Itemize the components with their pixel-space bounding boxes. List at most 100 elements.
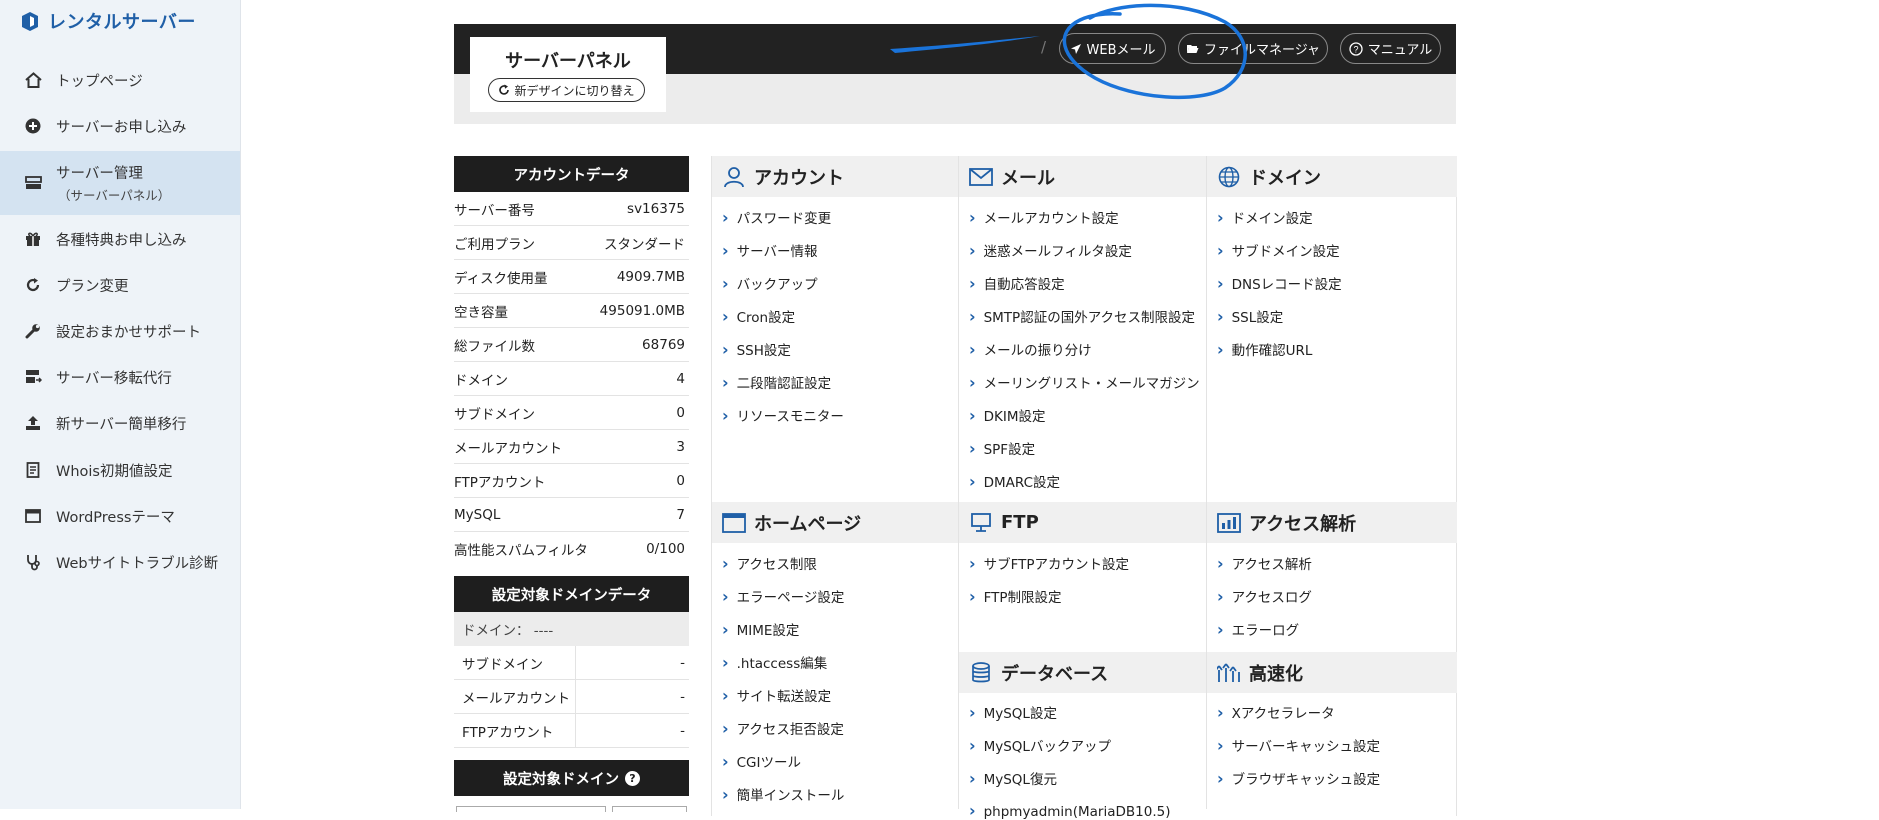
account-row: サーバー番号 sv16375: [454, 192, 689, 226]
sidebar-item-benefits[interactable]: 各種特典お申し込み: [0, 225, 240, 253]
link-x-accelerator[interactable]: Xアクセラレータ: [1217, 702, 1335, 722]
sidebar-item-server-apply[interactable]: サーバーお申し込み: [0, 112, 240, 140]
sidebar-item-label: サーバー移転代行: [56, 370, 172, 387]
domain-select[interactable]: [456, 806, 606, 812]
svg-text:?: ?: [1353, 44, 1358, 54]
link-easy-install[interactable]: 簡単インストール: [722, 784, 845, 804]
link-site-redirect[interactable]: サイト転送設定: [722, 685, 832, 705]
link-spam-filter[interactable]: 迷惑メールフィルタ設定: [969, 240, 1132, 260]
link-cgi-tools[interactable]: CGIツール: [722, 751, 801, 771]
link-password[interactable]: パスワード変更: [722, 207, 832, 227]
link-mail-sorting[interactable]: メールの振り分け: [969, 339, 1092, 359]
manual-button[interactable]: ? マニュアル: [1340, 33, 1441, 64]
domain-row: サブドメイン -: [454, 646, 689, 680]
link-subdomain[interactable]: サブドメイン設定: [1217, 240, 1340, 260]
divider: [958, 156, 959, 809]
folder-open-icon: [1186, 45, 1199, 53]
section-domain-heading: ドメイン: [1207, 156, 1457, 197]
section-database-heading: データベース: [959, 652, 1206, 693]
account-row: メールアカウント 3: [454, 430, 689, 464]
account-row: 空き容量 495091.0MB: [454, 294, 689, 328]
link-access-deny[interactable]: アクセス拒否設定: [722, 718, 844, 738]
link-mime[interactable]: MIME設定: [722, 619, 800, 639]
link-backup[interactable]: バックアップ: [722, 273, 818, 293]
bar-chart-icon: [1217, 511, 1241, 535]
brand[interactable]: レンタルサーバー: [22, 8, 196, 34]
account-row: FTPアカウント 0: [454, 464, 689, 498]
link-browser-cache[interactable]: ブラウザキャッシュ設定: [1217, 768, 1381, 788]
link-error-log[interactable]: エラーログ: [1217, 619, 1300, 639]
browser-window-icon: [722, 511, 746, 535]
sidebar-item-migration[interactable]: 新サーバー簡単移行: [0, 409, 240, 437]
domain-row: FTPアカウント -: [454, 714, 689, 748]
link-mysql-backup[interactable]: MySQLバックアップ: [969, 735, 1111, 755]
webmail-button[interactable]: WEBメール: [1059, 33, 1166, 64]
refresh-icon: [24, 276, 42, 294]
section-mail-heading: メール: [959, 156, 1206, 197]
sidebar-item-whois[interactable]: Whois初期値設定: [0, 456, 240, 484]
link-mysql-restore[interactable]: MySQL復元: [969, 768, 1057, 788]
sidebar-item-label: 新サーバー簡単移行: [56, 416, 187, 433]
link-dkim[interactable]: DKIM設定: [969, 405, 1046, 425]
link-ftp-restriction[interactable]: FTP制限設定: [969, 586, 1062, 606]
account-row: ディスク使用量 4909.7MB: [454, 260, 689, 294]
window-icon: [24, 507, 42, 525]
account-row: 高性能スパムフィルタ 0/100: [454, 541, 685, 559]
link-dns-record[interactable]: DNSレコード設定: [1217, 273, 1342, 293]
link-auto-reply[interactable]: 自動応答設定: [969, 273, 1065, 293]
sidebar-item-server-manage[interactable]: サーバー管理 （サーバーパネル）: [0, 151, 240, 215]
title-card: サーバーパネル 新デザインに切り替え: [470, 37, 666, 112]
link-spf[interactable]: SPF設定: [969, 438, 1035, 458]
link-ssh[interactable]: SSH設定: [722, 339, 791, 359]
link-server-info[interactable]: サーバー情報: [722, 240, 818, 260]
link-htaccess[interactable]: .htaccess編集: [722, 652, 828, 672]
refresh-icon: [499, 84, 510, 95]
switch-design-button[interactable]: 新デザインに切り替え: [488, 78, 645, 102]
brand-name: レンタルサーバー: [48, 12, 196, 33]
diagnose-icon: [24, 553, 42, 571]
file-manager-button[interactable]: ファイルマネージャ: [1178, 33, 1328, 64]
sidebar-item-top[interactable]: トップページ: [0, 66, 240, 94]
section-analytics-heading: アクセス解析: [1207, 502, 1457, 543]
sidebar-item-label: サーバーお申し込み: [56, 119, 187, 136]
sidebar-item-label: 各種特典お申し込み: [56, 232, 187, 249]
sidebar-item-label: プラン変更: [56, 278, 129, 295]
link-ssl[interactable]: SSL設定: [1217, 306, 1284, 326]
sidebar-item-troubleshoot[interactable]: Webサイトトラブル診断: [0, 548, 240, 576]
sidebar-item-label: Whois初期値設定: [56, 463, 173, 480]
monitor-icon: [969, 511, 993, 535]
database-icon: [969, 661, 993, 685]
link-phpmyadmin[interactable]: phpmyadmin(MariaDB10.5): [969, 801, 1171, 820]
section-homepage-heading: ホームページ: [712, 502, 958, 543]
link-access-log[interactable]: アクセスログ: [1217, 586, 1312, 606]
link-cron[interactable]: Cron設定: [722, 306, 796, 326]
link-mail-account[interactable]: メールアカウント設定: [969, 207, 1119, 227]
link-resource-monitor[interactable]: リソースモニター: [722, 405, 844, 425]
link-mailing-list[interactable]: メーリングリスト・メールマガジン: [969, 372, 1200, 392]
sidebar-item-plan-change[interactable]: プラン変更: [0, 271, 240, 299]
brand-logo-icon: [22, 11, 38, 31]
link-2fa[interactable]: 二段階認証設定: [722, 372, 832, 392]
link-error-page[interactable]: エラーページ設定: [722, 586, 845, 606]
plus-circle-icon: [24, 117, 42, 135]
link-domain-settings[interactable]: ドメイン設定: [1217, 207, 1313, 227]
link-access-restriction[interactable]: アクセス制限: [722, 553, 817, 573]
link-mysql-settings[interactable]: MySQL設定: [969, 702, 1057, 722]
link-server-cache[interactable]: サーバーキャッシュ設定: [1217, 735, 1380, 755]
sidebar-item-support[interactable]: 設定おまかせサポート: [0, 317, 240, 345]
link-sub-ftp[interactable]: サブFTPアカウント設定: [969, 553, 1129, 573]
link-check-url[interactable]: 動作確認URL: [1217, 339, 1313, 359]
domain-select-button[interactable]: [612, 806, 687, 812]
account-row: MySQL 7: [454, 498, 689, 532]
link-access-analytics[interactable]: アクセス解析: [1217, 553, 1312, 573]
wrench-icon: [24, 322, 42, 340]
sidebar-item-wp-theme[interactable]: WordPressテーマ: [0, 502, 240, 530]
section-speed-heading: 高速化: [1207, 652, 1457, 693]
sidebar-item-sublabel: （サーバーパネル）: [58, 188, 171, 203]
link-dmarc[interactable]: DMARC設定: [969, 471, 1060, 491]
help-icon[interactable]: ?: [625, 770, 640, 786]
account-row: サブドメイン 0: [454, 396, 689, 430]
sidebar-item-transfer[interactable]: サーバー移転代行: [0, 363, 240, 391]
link-smtp-restriction[interactable]: SMTP認証の国外アクセス制限設定: [969, 306, 1195, 326]
domain-data-heading: 設定対象ドメインデータ: [454, 576, 689, 612]
